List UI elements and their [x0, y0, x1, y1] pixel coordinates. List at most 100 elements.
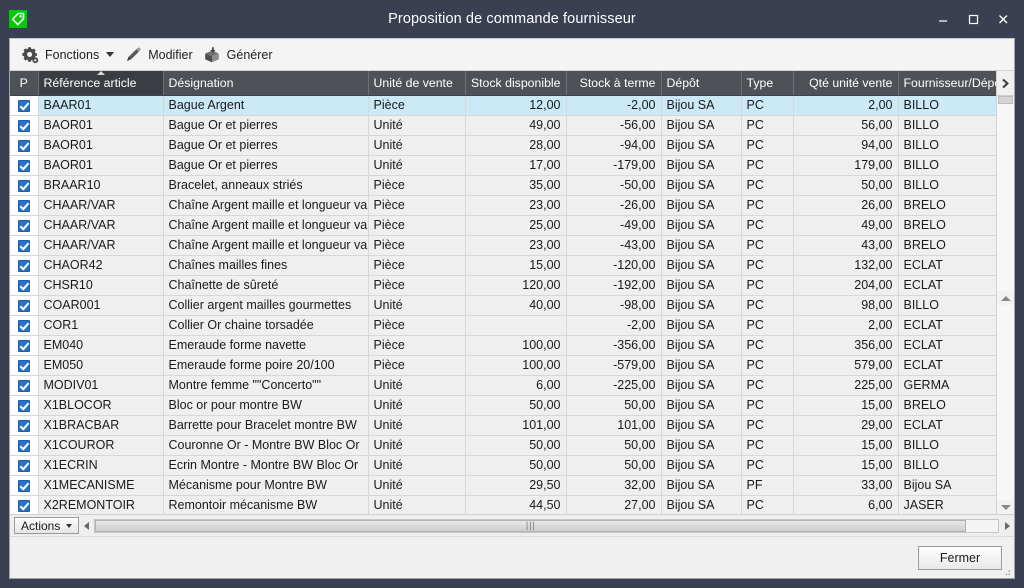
vscroll-track-upper[interactable]	[997, 96, 1014, 291]
cell-type: PC	[741, 395, 793, 415]
data-grid: P Référence article Désignation Unité de…	[10, 71, 1014, 536]
table-row[interactable]: MODIV01Montre femme ""Concerto""Unité6,0…	[10, 375, 996, 395]
table-row[interactable]: X1MECANISMEMécanisme pour Montre BWUnité…	[10, 475, 996, 495]
cell-stock_disponible: 44,50	[465, 495, 566, 514]
cell-type: PC	[741, 95, 793, 115]
column-header-unite-vente[interactable]: Unité de vente	[368, 71, 465, 95]
scroll-right-button[interactable]	[1000, 518, 1014, 534]
cell-stock_disponible: 17,00	[465, 155, 566, 175]
row-select-checkbox[interactable]	[10, 95, 38, 115]
table-row[interactable]: X1BRACBARBarrette pour Bracelet montre B…	[10, 415, 996, 435]
row-select-checkbox[interactable]	[10, 175, 38, 195]
horizontal-scrollbar-track[interactable]: |||	[94, 519, 999, 533]
table-row[interactable]: BRAAR10Bracelet, anneaux striésPièce35,0…	[10, 175, 996, 195]
column-header-designation[interactable]: Désignation	[163, 71, 368, 95]
vscroll-thumb[interactable]	[998, 96, 1013, 104]
title-bar[interactable]: Proposition de commande fournisseur	[0, 0, 1024, 38]
close-button[interactable]	[988, 4, 1018, 34]
table-row[interactable]: X2REMONTOIRRemontoir mécanisme BWUnité44…	[10, 495, 996, 514]
cell-qte_unite_vente: 2,00	[793, 95, 898, 115]
row-select-checkbox[interactable]	[10, 275, 38, 295]
vscroll-track[interactable]	[997, 305, 1014, 500]
cell-reference: COR1	[38, 315, 163, 335]
table-row[interactable]: CHAOR42Chaînes mailles finesPièce15,00-1…	[10, 255, 996, 275]
minimize-button[interactable]	[928, 4, 958, 34]
cell-type: PC	[741, 355, 793, 375]
table-row[interactable]: CHSR10Chaînette de sûretéPièce120,00-192…	[10, 275, 996, 295]
vertical-scrollbar[interactable]	[996, 71, 1014, 514]
fermer-button[interactable]: Fermer	[918, 546, 1002, 570]
cell-stock_terme: -579,00	[566, 355, 661, 375]
row-select-checkbox[interactable]	[10, 255, 38, 275]
checkbox-checked-icon	[18, 460, 30, 472]
cell-stock_disponible: 120,00	[465, 275, 566, 295]
row-select-checkbox[interactable]	[10, 155, 38, 175]
column-header-stock-disponible[interactable]: Stock disponible	[465, 71, 566, 95]
actions-button[interactable]: Actions	[14, 517, 79, 534]
table-body: BAAR01Bague ArgentPièce12,00-2,00Bijou S…	[10, 95, 996, 514]
row-select-checkbox[interactable]	[10, 315, 38, 335]
row-select-checkbox[interactable]	[10, 475, 38, 495]
cell-stock_terme: 50,00	[566, 395, 661, 415]
cell-fournisseur: BILLO	[898, 115, 996, 135]
row-select-checkbox[interactable]	[10, 195, 38, 215]
resize-grip-icon[interactable]	[1000, 564, 1012, 576]
row-select-checkbox[interactable]	[10, 355, 38, 375]
row-select-checkbox[interactable]	[10, 395, 38, 415]
table-row[interactable]: COR1Collier Or chaine torsadéePièce-2,00…	[10, 315, 996, 335]
row-select-checkbox[interactable]	[10, 135, 38, 155]
column-header-reference[interactable]: Référence article	[38, 71, 163, 95]
table-row[interactable]: COAR001Collier argent mailles gourmettes…	[10, 295, 996, 315]
cell-designation: Bracelet, anneaux striés	[163, 175, 368, 195]
column-chooser-button[interactable]	[997, 71, 1014, 96]
chevron-down-icon	[106, 52, 114, 57]
column-header-fournisseur[interactable]: Fournisseur/Dépôt...	[898, 71, 996, 95]
toolbar-fonctions-button[interactable]: Fonctions	[18, 42, 121, 68]
horizontal-scrollbar-thumb[interactable]: |||	[95, 520, 966, 532]
table-row[interactable]: BAOR01Bague Or et pierresUnité17,00-179,…	[10, 155, 996, 175]
toolbar-modifier-button[interactable]: Modifier	[121, 42, 199, 68]
row-select-checkbox[interactable]	[10, 215, 38, 235]
table-row[interactable]: CHAAR/VARChaîne Argent maille et longueu…	[10, 215, 996, 235]
row-select-checkbox[interactable]	[10, 115, 38, 135]
cell-unite_vente: Pièce	[368, 275, 465, 295]
row-select-checkbox[interactable]	[10, 335, 38, 355]
table-row[interactable]: X1COURORCouronne Or - Montre BW Bloc OrU…	[10, 435, 996, 455]
cell-type: PC	[741, 275, 793, 295]
column-header-qte-unite-vente[interactable]: Qté unité vente	[793, 71, 898, 95]
cell-reference: BAOR01	[38, 135, 163, 155]
cell-fournisseur: Bijou SA	[898, 475, 996, 495]
row-select-checkbox[interactable]	[10, 375, 38, 395]
toolbar-generer-button[interactable]: Générer	[200, 42, 280, 68]
table-row[interactable]: CHAAR/VARChaîne Argent maille et longueu…	[10, 235, 996, 255]
row-select-checkbox[interactable]	[10, 435, 38, 455]
table-row[interactable]: BAOR01Bague Or et pierresUnité28,00-94,0…	[10, 135, 996, 155]
table-row[interactable]: BAOR01Bague Or et pierresUnité49,00-56,0…	[10, 115, 996, 135]
cell-stock_disponible: 23,00	[465, 235, 566, 255]
row-select-checkbox[interactable]	[10, 495, 38, 514]
maximize-button[interactable]	[958, 4, 988, 34]
cell-stock_terme: -94,00	[566, 135, 661, 155]
column-header-type[interactable]: Type	[741, 71, 793, 95]
table-row[interactable]: X1ECRINEcrin Montre - Montre BW Bloc OrU…	[10, 455, 996, 475]
scroll-down-button[interactable]	[997, 500, 1014, 514]
cell-designation: Collier Or chaine torsadée	[163, 315, 368, 335]
cell-qte_unite_vente: 6,00	[793, 495, 898, 514]
scroll-left-button[interactable]	[79, 518, 93, 534]
row-select-checkbox[interactable]	[10, 295, 38, 315]
table-row[interactable]: CHAAR/VARChaîne Argent maille et longueu…	[10, 195, 996, 215]
table-row[interactable]: X1BLOCORBloc or pour montre BWUnité50,00…	[10, 395, 996, 415]
table-row[interactable]: EM040Emeraude forme navettePièce100,00-3…	[10, 335, 996, 355]
row-select-checkbox[interactable]	[10, 455, 38, 475]
chevron-right-icon	[1005, 522, 1010, 530]
row-select-checkbox[interactable]	[10, 235, 38, 255]
column-header-p[interactable]: P	[10, 71, 38, 95]
scroll-up-button[interactable]	[997, 291, 1014, 305]
column-header-depot[interactable]: Dépôt	[661, 71, 741, 95]
cell-fournisseur: BRELO	[898, 195, 996, 215]
column-header-stock-a-terme[interactable]: Stock à terme	[566, 71, 661, 95]
table-row[interactable]: BAAR01Bague ArgentPièce12,00-2,00Bijou S…	[10, 95, 996, 115]
table-row[interactable]: EM050Emeraude forme poire 20/100Pièce100…	[10, 355, 996, 375]
row-select-checkbox[interactable]	[10, 415, 38, 435]
sort-asc-icon	[97, 71, 105, 75]
